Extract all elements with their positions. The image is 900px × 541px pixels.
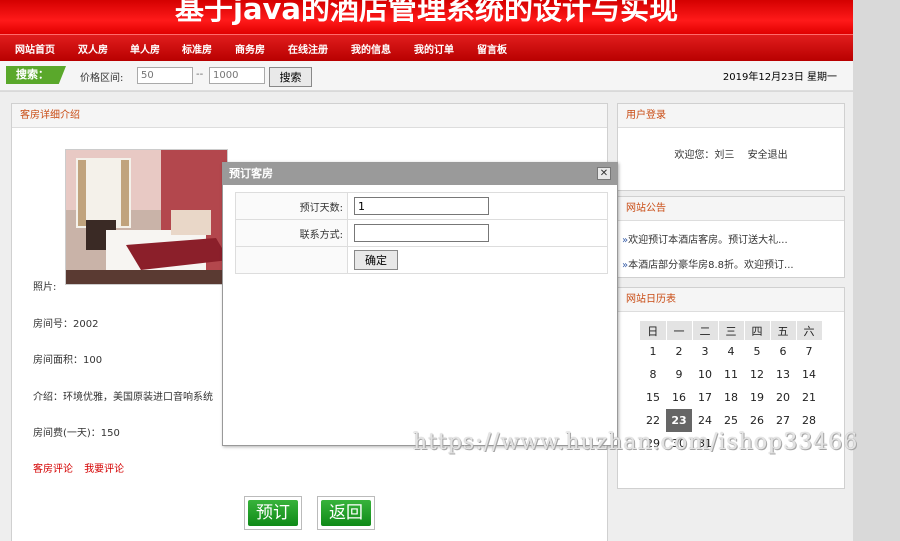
watermark: https://www.huzhan.com/ishop33466: [413, 430, 859, 455]
calendar-day[interactable]: 16: [666, 386, 692, 409]
calendar-day[interactable]: 14: [796, 363, 822, 386]
calendar-day[interactable]: 10: [692, 363, 718, 386]
nav-business-room[interactable]: 商务房: [235, 41, 265, 56]
calendar-day[interactable]: 13: [770, 363, 796, 386]
nav-double-room[interactable]: 双人房: [78, 41, 108, 56]
calendar-day[interactable]: 12: [744, 363, 770, 386]
calendar-day[interactable]: 1: [640, 340, 666, 363]
logout-link[interactable]: 安全退出: [748, 150, 788, 161]
search-bar: 搜索： 价格区间: -- 搜索 2019年12月23日 星期一: [0, 61, 853, 91]
notice-item[interactable]: »本酒店部分豪华房8.8折。欢迎预订...: [622, 256, 844, 271]
calendar-day[interactable]: 18: [718, 386, 744, 409]
book-button-label: 预订: [248, 500, 298, 526]
back-button[interactable]: 返回: [317, 496, 375, 530]
nav-my-info[interactable]: 我的信息: [351, 41, 391, 56]
calendar-day[interactable]: 15: [640, 386, 666, 409]
calendar-day[interactable]: 23: [666, 409, 692, 432]
nav-home[interactable]: 网站首页: [15, 41, 55, 56]
site-title: 基于java的酒店管理系统的设计与实现: [175, 0, 678, 26]
calendar-day[interactable]: 21: [796, 386, 822, 409]
current-date: 2019年12月23日 星期一: [722, 72, 837, 83]
room-comments-link[interactable]: 客房评论: [33, 464, 73, 475]
room-number: 房间号：2002: [33, 319, 99, 330]
dialog-title-bar[interactable]: 预订客房 ✕: [223, 163, 617, 185]
days-label: 预订天数:: [235, 192, 348, 220]
room-area: 房间面积：100: [33, 355, 103, 366]
calendar-day[interactable]: 17: [692, 386, 718, 409]
back-button-label: 返回: [321, 500, 371, 526]
min-price-input[interactable]: [137, 67, 193, 84]
days-input[interactable]: [354, 197, 489, 215]
weekday-fri: 五: [770, 321, 797, 340]
book-button[interactable]: 预订: [244, 496, 302, 530]
weekday-mon: 一: [666, 321, 693, 340]
comment-links: 客房评论 我要评论: [33, 460, 132, 475]
calendar-day[interactable]: 9: [666, 363, 692, 386]
notice-heading: 网站公告: [618, 197, 844, 221]
weekday-wed: 三: [718, 321, 745, 340]
calendar-panel: 网站日历表 日 一 二 三 四 五 六 1 2 3 4 5 6 7 8 9 10 11 12 13 14 1…: [617, 287, 845, 489]
calendar-day[interactable]: 8: [640, 363, 666, 386]
room-detail-heading: 客房详细介绍: [12, 104, 607, 128]
price-range-label: 价格区间:: [80, 73, 124, 84]
calendar-day[interactable]: 11: [718, 363, 744, 386]
weekday-sun: 日: [640, 321, 667, 340]
calendar-day[interactable]: 26: [744, 409, 770, 432]
calendar-day[interactable]: 27: [770, 409, 796, 432]
weekday-tue: 二: [692, 321, 719, 340]
calendar-day[interactable]: 6: [770, 340, 796, 363]
close-icon[interactable]: ✕: [597, 167, 611, 180]
write-comment-link[interactable]: 我要评论: [84, 464, 124, 475]
login-heading: 用户登录: [618, 104, 844, 128]
nav-guestbook[interactable]: 留言板: [477, 41, 507, 56]
calendar-day[interactable]: 25: [718, 409, 744, 432]
login-panel: 用户登录 欢迎您：刘三 安全退出: [617, 103, 845, 191]
photo-label: 照片:: [33, 282, 57, 293]
calendar-day[interactable]: 20: [770, 386, 796, 409]
weekday-thu: 四: [744, 321, 771, 340]
calendar-day[interactable]: 19: [744, 386, 770, 409]
dialog-title: 预订客房: [229, 167, 273, 180]
room-price: 房间费(一天)：150: [33, 428, 120, 439]
calendar-day[interactable]: 22: [640, 409, 666, 432]
search-tag: 搜索：: [6, 66, 66, 84]
calendar-day[interactable]: 3: [692, 340, 718, 363]
booking-dialog: 预订客房 ✕ 预订天数: 联系方式: 确定: [222, 162, 618, 446]
nav-my-orders[interactable]: 我的订单: [414, 41, 454, 56]
nav-single-room[interactable]: 单人房: [130, 41, 160, 56]
notice-panel: 网站公告 »欢迎预订本酒店客房。预订送大礼... »本酒店部分豪华房8.8折。欢…: [617, 196, 845, 278]
main-nav: 网站首页 双人房 单人房 标准房 商务房 在线注册 我的信息 我的订单 留言板: [0, 34, 853, 61]
room-photo: [65, 149, 228, 285]
contact-label: 联系方式:: [235, 219, 348, 247]
nav-standard-room[interactable]: 标准房: [182, 41, 212, 56]
nav-register[interactable]: 在线注册: [288, 41, 328, 56]
weekday-sat: 六: [796, 321, 823, 340]
site-banner: 基于java的酒店管理系统的设计与实现: [0, 0, 853, 34]
calendar-day[interactable]: 2: [666, 340, 692, 363]
search-button[interactable]: 搜索: [269, 67, 312, 87]
calendar-day[interactable]: 7: [796, 340, 822, 363]
calendar-day[interactable]: 24: [692, 409, 718, 432]
welcome-text: 欢迎您：刘三: [674, 150, 735, 161]
calendar-day[interactable]: 28: [796, 409, 822, 432]
calendar-day[interactable]: 5: [744, 340, 770, 363]
room-intro: 介绍：环境优雅，美国原装进口音响系统: [33, 392, 213, 403]
max-price-input[interactable]: [209, 67, 265, 84]
calendar-day[interactable]: 4: [718, 340, 744, 363]
booking-form: 预订天数: 联系方式: 确定: [235, 192, 608, 274]
contact-input[interactable]: [354, 224, 489, 242]
price-separator: --: [196, 69, 204, 80]
notice-item[interactable]: »欢迎预订本酒店客房。预订送大礼...: [622, 231, 844, 246]
calendar-heading: 网站日历表: [618, 288, 844, 312]
confirm-button[interactable]: 确定: [354, 250, 398, 270]
